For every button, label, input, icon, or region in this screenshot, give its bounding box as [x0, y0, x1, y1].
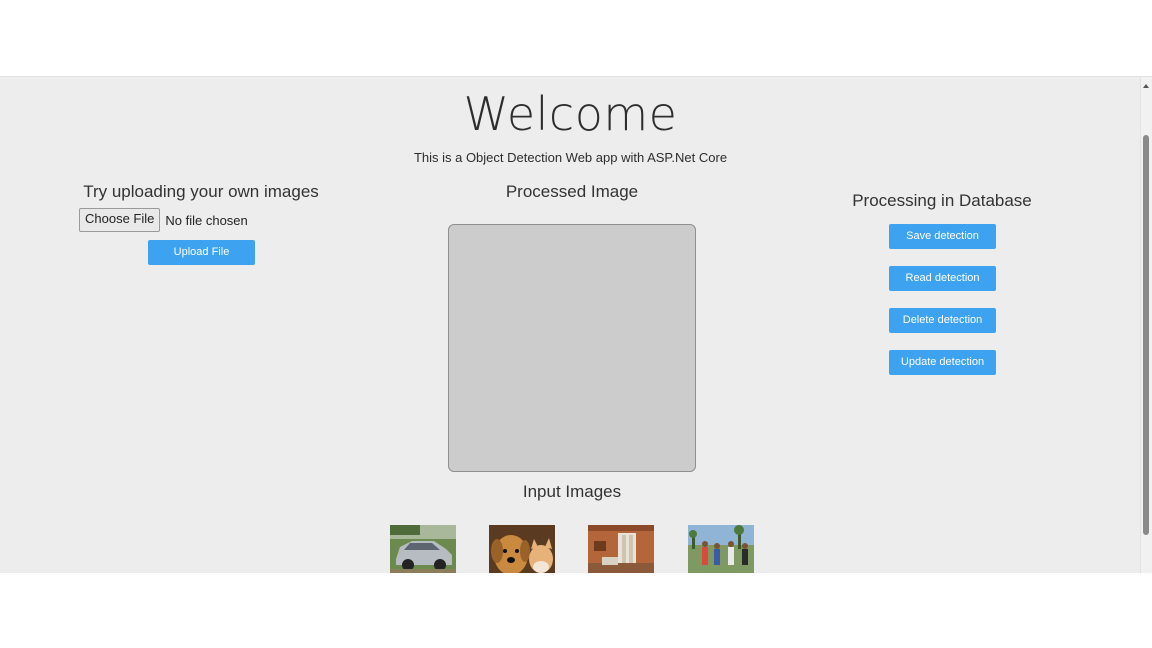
people-thumbnail[interactable] — [688, 525, 754, 573]
room-thumbnail[interactable] — [588, 525, 654, 573]
update-detection-button[interactable]: Update detection — [889, 350, 996, 375]
page-subtitle: This is a Object Detection Web app with … — [413, 150, 728, 165]
file-status-text: No file chosen — [165, 212, 248, 228]
car-thumbnail[interactable] — [390, 525, 456, 573]
main-content: Welcome This is a Object Detection Web a… — [0, 77, 1141, 573]
delete-detection-button[interactable]: Delete detection — [889, 308, 996, 333]
input-images-heading: Input Images — [522, 482, 622, 501]
upload-file-button[interactable]: Upload File — [148, 240, 255, 265]
processed-image-heading: Processed Image — [505, 182, 639, 201]
save-detection-button[interactable]: Save detection — [889, 224, 996, 249]
processed-image-placeholder — [448, 224, 696, 472]
vertical-scrollbar[interactable] — [1140, 77, 1152, 573]
database-heading: Processing in Database — [852, 191, 1032, 210]
dog-cat-thumbnail[interactable] — [489, 525, 555, 573]
choose-file-button[interactable]: Choose File — [79, 208, 161, 232]
app-viewport: Welcome This is a Object Detection Web a… — [0, 76, 1152, 573]
file-input[interactable]: Choose File No file chosen — [79, 208, 248, 232]
read-detection-button[interactable]: Read detection — [889, 266, 996, 291]
scroll-up-icon[interactable] — [1143, 84, 1149, 88]
scrollbar-thumb[interactable] — [1143, 135, 1149, 535]
upload-heading: Try uploading your own images — [83, 182, 319, 201]
page-title: Welcome — [463, 87, 678, 141]
